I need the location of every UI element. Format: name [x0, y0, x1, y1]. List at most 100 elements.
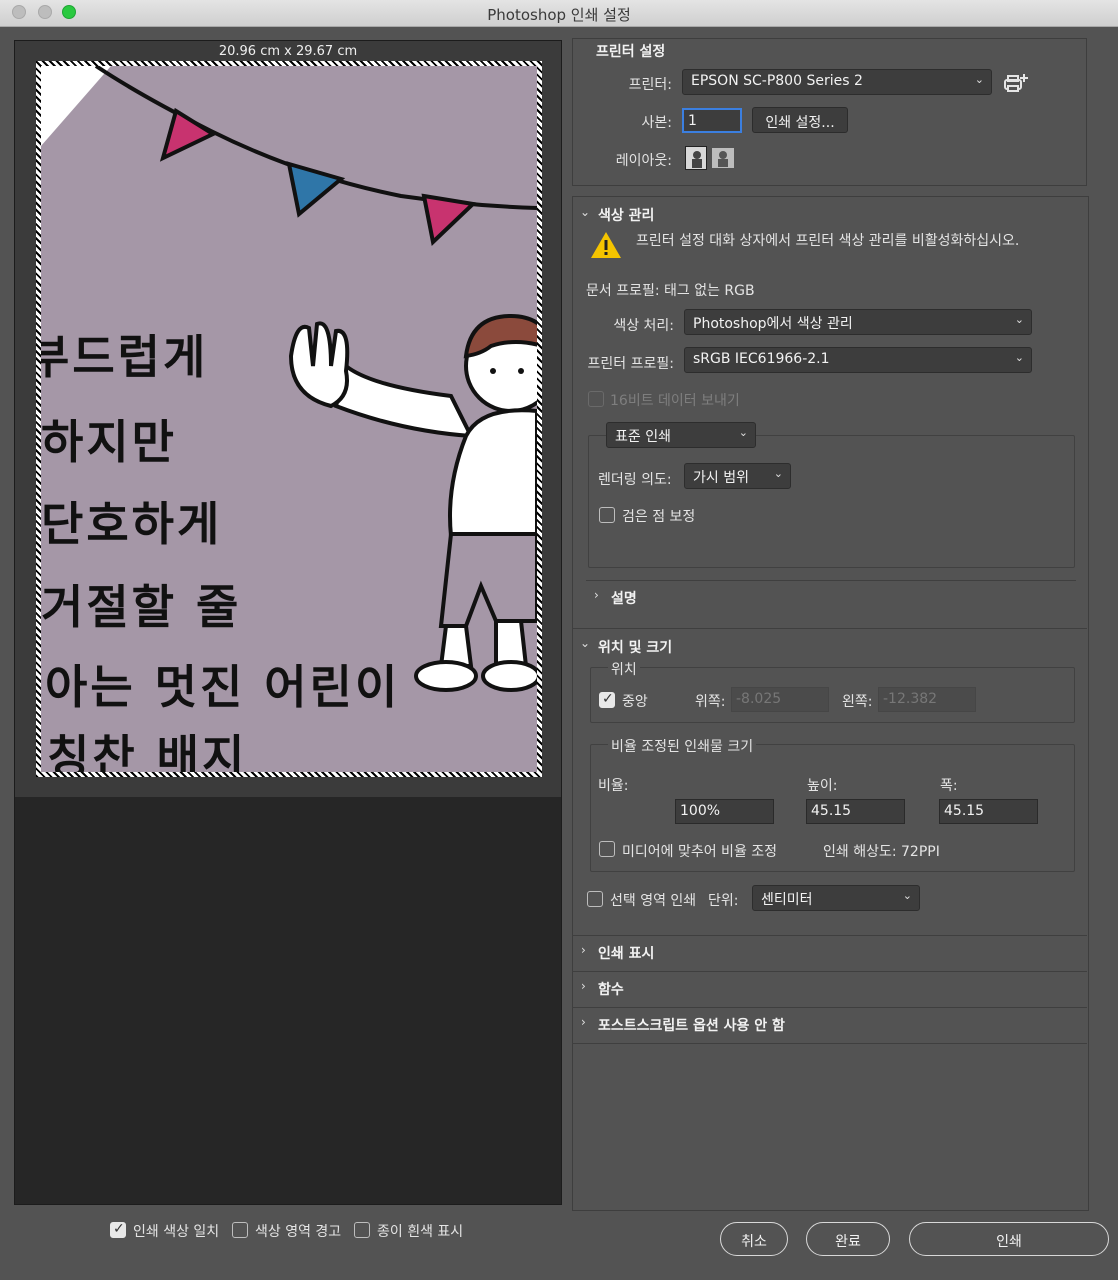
character-hand: [288, 321, 350, 409]
chevron-down-icon: ⌄: [773, 467, 783, 480]
left-input[interactable]: -12.382: [878, 687, 976, 712]
divider: [572, 1007, 1087, 1008]
print-mode-group: [588, 435, 1075, 568]
rendering-intent-value: 가시 범위: [693, 470, 749, 486]
character-arm: [333, 362, 475, 439]
postscript-title[interactable]: 포스트스크립트 옵션 사용 안 함: [598, 1015, 785, 1035]
bunting-flag-pink-2: [421, 193, 478, 246]
done-button[interactable]: 완료: [806, 1222, 890, 1256]
send-16bit-label: 16비트 데이터 보내기: [610, 393, 740, 409]
chevron-down-icon: ⌄: [974, 73, 984, 86]
copies-input[interactable]: 1: [682, 108, 742, 133]
match-print-colors-checkbox[interactable]: [110, 1221, 126, 1238]
height-input[interactable]: 45.15: [806, 799, 905, 824]
artwork-white-corner: [41, 66, 111, 146]
print-preview-pane: 20.96 cm x 29.67 cm 부드럽게 하지만 단호하게 거절할 줄 …: [14, 40, 562, 1205]
artwork-image: 부드럽게 하지만 단호하게 거절할 줄 아는 멋진 어린이 칭찬 배지: [41, 66, 537, 772]
printer-add-icon[interactable]: [1003, 72, 1029, 94]
artwork-text-line-5: 아는 멋진 어린이: [45, 660, 401, 714]
fit-media-checkbox[interactable]: [599, 841, 615, 857]
top-label: 위쪽:: [695, 694, 726, 710]
show-paper-white-label: 종이 흰색 표시: [377, 1224, 464, 1240]
printer-label: 프린터:: [628, 77, 672, 93]
chevron-down-icon[interactable]: ⌄: [580, 205, 590, 219]
units-value: 센티미터: [761, 892, 813, 908]
chevron-right-icon[interactable]: ›: [581, 943, 586, 957]
warning-icon: [590, 230, 622, 260]
page-preview[interactable]: 부드럽게 하지만 단호하게 거절할 줄 아는 멋진 어린이 칭찬 배지: [36, 61, 542, 777]
gamut-warning-label: 색상 영역 경고: [255, 1224, 342, 1240]
artwork-text-line-3: 단호하게: [41, 497, 223, 551]
print-marks-title[interactable]: 인쇄 표시: [598, 943, 654, 963]
document-profile: 문서 프로필: 태그 없는 RGB: [586, 283, 755, 299]
window-title: Photoshop 인쇄 설정: [487, 6, 631, 24]
artwork-text-line-4: 거절할 줄: [41, 580, 242, 634]
print-mode-select[interactable]: 표준 인쇄 ⌄: [606, 422, 756, 448]
chevron-right-icon[interactable]: ›: [581, 1015, 586, 1029]
chevron-down-icon: ⌄: [1014, 313, 1024, 326]
color-handling-select[interactable]: Photoshop에서 색상 관리 ⌄: [684, 309, 1032, 335]
divider: [586, 580, 1076, 581]
units-select[interactable]: 센티미터 ⌄: [752, 885, 920, 911]
center-checkbox[interactable]: [599, 691, 615, 708]
portrait-layout-icon[interactable]: [685, 146, 707, 170]
printer-value: EPSON SC-P800 Series 2: [691, 73, 863, 89]
bunting-flag-blue: [286, 161, 346, 218]
scrollbar-track[interactable]: [1089, 196, 1117, 1211]
scaled-size-legend: 비율 조정된 인쇄물 크기: [608, 736, 757, 756]
rendering-intent-label: 렌더링 의도:: [598, 472, 672, 488]
character-pants: [438, 532, 537, 628]
character-foot-right: [481, 660, 537, 692]
print-selection-checkbox[interactable]: [587, 891, 603, 907]
color-management-title[interactable]: 색상 관리: [598, 205, 654, 225]
gamut-warning-checkbox[interactable]: [232, 1222, 248, 1238]
send-16bit-checkbox[interactable]: [588, 391, 604, 407]
show-paper-white-checkbox[interactable]: [354, 1222, 370, 1238]
black-point-label: 검은 점 보정: [622, 509, 696, 525]
top-input[interactable]: -8.025: [731, 687, 829, 712]
printer-select[interactable]: EPSON SC-P800 Series 2 ⌄: [682, 69, 992, 95]
print-settings-button[interactable]: 인쇄 설정...: [752, 107, 848, 133]
divider: [572, 971, 1087, 972]
copies-label: 사본:: [641, 115, 672, 131]
divider: [572, 1043, 1087, 1044]
units-label: 단위:: [708, 893, 739, 909]
character-foot-left: [414, 660, 478, 692]
color-handling-label: 색상 처리:: [613, 318, 674, 334]
chevron-right-icon[interactable]: ›: [581, 979, 586, 993]
bunting-flag-pink-1: [159, 107, 218, 162]
chevron-down-icon: ⌄: [1014, 351, 1024, 364]
color-handling-value: Photoshop에서 색상 관리: [693, 316, 853, 332]
print-button[interactable]: 인쇄: [909, 1222, 1109, 1256]
printer-profile-value: sRGB IEC61966-2.1: [693, 351, 830, 367]
cancel-button[interactable]: 취소: [720, 1222, 788, 1256]
position-legend: 위치: [608, 659, 640, 679]
print-resolution: 인쇄 해상도: 72PPI: [823, 844, 940, 860]
chevron-down-icon[interactable]: ⌄: [580, 636, 590, 650]
description-title[interactable]: 설명: [611, 588, 637, 608]
layout-label: 레이아웃:: [615, 153, 672, 169]
left-label: 왼쪽:: [842, 694, 873, 710]
width-input[interactable]: 45.15: [939, 799, 1038, 824]
printer-profile-select[interactable]: sRGB IEC61966-2.1 ⌄: [684, 347, 1032, 373]
divider: [572, 935, 1087, 936]
character-leg-left: [438, 624, 474, 668]
chevron-right-icon[interactable]: ›: [594, 588, 599, 602]
chevron-down-icon: ⌄: [738, 426, 748, 439]
functions-title[interactable]: 함수: [598, 979, 624, 999]
landscape-layout-icon[interactable]: [712, 148, 734, 168]
color-management-warning: 프린터 설정 대화 상자에서 프린터 색상 관리를 비활성화하십시오.: [636, 233, 1020, 249]
artwork-text-line-2: 하지만: [41, 415, 177, 469]
position-size-title[interactable]: 위치 및 크기: [598, 637, 672, 657]
center-label: 중앙: [622, 694, 648, 710]
character-eye-left: [490, 368, 496, 374]
scale-input[interactable]: 100%: [675, 799, 774, 824]
title-bar: Photoshop 인쇄 설정: [0, 0, 1118, 27]
print-selection-label: 선택 영역 인쇄: [610, 893, 697, 909]
artwork-text-line-1: 부드럽게: [41, 330, 209, 384]
black-point-checkbox[interactable]: [599, 507, 615, 523]
position-group: [590, 667, 1075, 723]
fit-media-label: 미디어에 맞추어 비율 조정: [622, 844, 778, 860]
rendering-intent-select[interactable]: 가시 범위 ⌄: [684, 463, 791, 489]
character-leg-right: [494, 619, 529, 668]
